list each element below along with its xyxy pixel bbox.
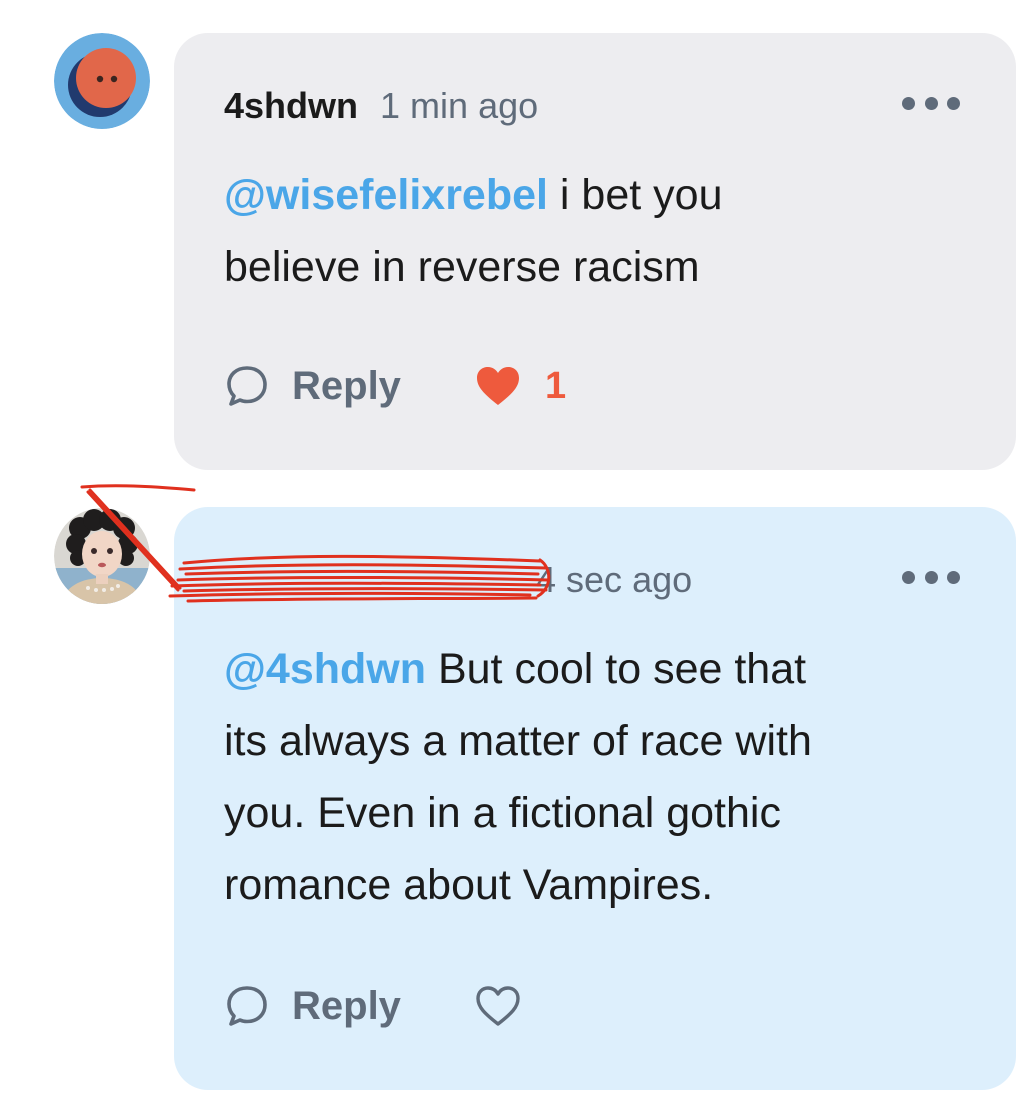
timestamp: 4 sec ago xyxy=(536,559,693,600)
comment-text-line: i bet you xyxy=(547,171,723,219)
heart-filled-icon xyxy=(476,367,519,405)
comment-meta: 4shdwn 1 min ago xyxy=(224,84,538,128)
like-button[interactable]: 1 xyxy=(475,365,566,408)
speech-bubble-icon xyxy=(227,366,267,406)
reply-button[interactable]: Reply xyxy=(224,363,401,409)
comment-meta: 4 sec ago xyxy=(224,558,692,602)
more-horizontal-icon[interactable] xyxy=(902,96,960,110)
avatar[interactable] xyxy=(54,33,150,129)
avatar-image xyxy=(54,33,150,129)
comment-text-line: romance about Vampires. xyxy=(224,861,714,909)
speech-bubble-icon xyxy=(227,986,267,1026)
comment-text: @wisefelixrebel i bet you believe in rev… xyxy=(224,159,722,303)
comment-actions: Reply xyxy=(224,981,521,1031)
comment-text-line: its always a matter of race with xyxy=(224,717,812,765)
username[interactable]: 4shdwn xyxy=(224,85,358,126)
mention-link[interactable]: @wisefelixrebel xyxy=(224,171,548,219)
comment-item: 4 sec ago @4shdwn But cool to see that i… xyxy=(0,480,1020,1111)
comment-item: 4shdwn 1 min ago @wisefelixrebel i bet y… xyxy=(0,0,1020,480)
heart-outline-icon xyxy=(476,986,520,1026)
comment-text-line: you. Even in a fictional gothic xyxy=(224,789,781,837)
comment-bubble: 4shdwn 1 min ago @wisefelixrebel i bet y… xyxy=(174,33,1016,470)
comment-text: @4shdwn But cool to see that its always … xyxy=(224,633,812,921)
more-horizontal-icon[interactable] xyxy=(902,570,960,584)
like-count: 1 xyxy=(544,364,567,407)
mention-link[interactable]: @4shdwn xyxy=(224,645,426,693)
reply-button[interactable]: Reply xyxy=(224,983,401,1029)
reply-label: Reply xyxy=(292,363,401,408)
comment-text-line: But cool to see that xyxy=(426,645,807,693)
avatar[interactable] xyxy=(54,508,150,604)
comment-bubble: 4 sec ago @4shdwn But cool to see that i… xyxy=(174,507,1016,1090)
timestamp: 1 min ago xyxy=(380,85,539,126)
like-button[interactable] xyxy=(475,985,521,1027)
avatar-image xyxy=(54,508,150,604)
comment-actions: Reply 1 xyxy=(224,361,566,411)
reply-label: Reply xyxy=(292,983,401,1028)
comment-text-line: believe in reverse racism xyxy=(224,243,700,291)
